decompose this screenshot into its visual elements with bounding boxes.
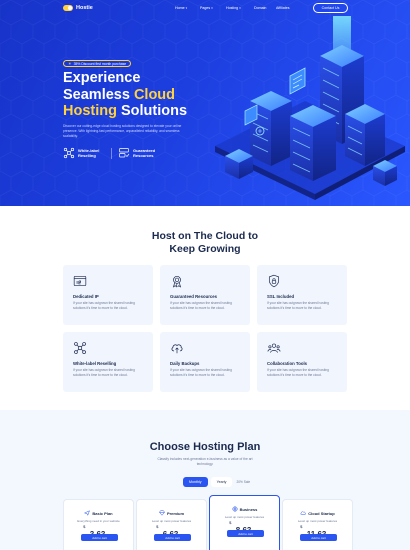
add-to-cart-button[interactable]: Add to cart <box>227 530 264 537</box>
feature-card: White-label Reselling If your site has o… <box>63 332 153 392</box>
hero-description: Discover our cutting-edge cloud hosting … <box>63 124 182 138</box>
nav-item-label: Hosting <box>226 6 239 10</box>
nav-item-label: Affiliates <box>276 6 290 10</box>
nav-item-hosting[interactable]: Hosting ▾ <box>226 6 241 10</box>
billing-toggle: Monthly Yearly 20% Sale <box>183 477 251 487</box>
nav-item-domain[interactable]: Domain <box>254 6 266 10</box>
hero-feature-resources: Guaranteed Resources <box>118 147 161 159</box>
team-icon <box>267 343 281 353</box>
shield-lock-icon <box>268 274 280 288</box>
nav-item-label: Pages <box>200 6 211 10</box>
feature-card-description: If your site has outgrown the shared hos… <box>267 368 329 377</box>
hero-section: Hostie Home ▾ Pages ▾ Hosting ▾ Domain Affi… <box>0 0 410 206</box>
nav-item-label: Domain <box>254 6 267 10</box>
promo-badge: ☀ 35% Discount first month purchase <box>63 60 132 67</box>
chevron-down-icon: ▾ <box>211 6 213 10</box>
cloud-servers-illustration <box>215 16 405 200</box>
globe-icon <box>232 506 238 512</box>
feature-card: Collaboration Tools If your site has out… <box>257 332 347 392</box>
hero-feature-label: Guaranteed Resources <box>133 148 156 158</box>
add-to-cart-button[interactable]: Add to cart <box>300 534 337 541</box>
feature-card-description: If your site has outgrown the shared hos… <box>73 301 135 310</box>
promo-text: 35% Discount first month purchase <box>73 61 127 66</box>
plan-card-business: Business Level up most power features $ … <box>209 495 280 550</box>
feature-card: SSL Included If your site has outgrown t… <box>257 265 347 325</box>
medal-icon <box>172 275 182 288</box>
feature-card-title: Daily Backups <box>170 361 200 366</box>
feature-card: Dedicated IP If your site has outgrown t… <box>63 265 153 325</box>
feature-card: Daily Backups If your site has outgrown … <box>160 332 250 392</box>
plan-description: Level up most power features <box>297 519 338 523</box>
add-to-cart-button[interactable]: Add to cart <box>81 534 118 541</box>
hero-feature-reselling: White-label Reselling <box>63 147 106 159</box>
feature-card-title: SSL Included <box>267 294 295 299</box>
nav-item-home[interactable]: Home ▾ <box>175 6 187 10</box>
logo-icon <box>63 5 73 11</box>
server-check-icon <box>119 148 130 158</box>
plan-name: Business <box>239 506 258 512</box>
nav-item-pages[interactable]: Pages ▾ <box>200 6 213 10</box>
feature-card-title: White-label Reselling <box>73 361 117 366</box>
plan-description: Everything need in your website <box>77 519 120 523</box>
add-to-cart-button[interactable]: Add to cart <box>154 534 191 541</box>
cloud-icon <box>300 511 306 515</box>
save-badge: 20% Sale <box>236 480 251 484</box>
plan-name: Basic Plan <box>92 510 113 516</box>
site-logo[interactable]: Hostie <box>63 5 93 11</box>
cloud-upload-icon <box>171 344 183 354</box>
pricing-section: Choose Hosting Plan Classify includes ne… <box>0 410 410 550</box>
section-title: Choose Hosting Plan <box>149 441 261 453</box>
contact-us-button[interactable]: Contact Us <box>313 3 348 13</box>
yearly-toggle-button[interactable]: Yearly <box>210 477 233 487</box>
network-nodes-icon <box>74 342 86 354</box>
chevron-down-icon: ▾ <box>239 6 241 10</box>
divider <box>111 148 112 159</box>
monthly-toggle-button[interactable]: Monthly <box>183 477 208 487</box>
section-title: Host on The Cloud to Keep Growing <box>151 230 259 255</box>
plan-description: Level up most power features <box>151 519 192 523</box>
plan-name: Premium <box>166 510 185 516</box>
features-section: Host on The Cloud to Keep Growing Dedica… <box>0 206 410 410</box>
section-subtitle: Classify includes next-generation e-busi… <box>157 457 253 466</box>
star-icon: ☀ <box>68 61 72 66</box>
feature-card-title: Collaboration Tools <box>267 361 308 366</box>
logo-text: Hostie <box>76 5 93 11</box>
feature-card-description: If your site has outgrown the shared hos… <box>170 368 232 377</box>
hero-title: Experience Seamless Cloud Hosting Soluti… <box>63 70 188 119</box>
feature-card-title: Guaranteed Resources <box>170 294 218 299</box>
feature-card-description: If your site has outgrown the shared hos… <box>170 301 232 310</box>
feature-card-description: If your site has outgrown the shared hos… <box>73 368 135 377</box>
browser-ip-icon <box>73 275 87 287</box>
chevron-down-icon: ▾ <box>185 6 188 10</box>
plane-icon <box>84 510 91 516</box>
nav-item-label: Home <box>175 6 185 10</box>
feature-card-title: Dedicated IP <box>73 294 99 299</box>
plan-card-cloud-startup: Cloud Startup Level up most power featur… <box>282 499 353 550</box>
diamond-icon <box>159 510 165 516</box>
feature-card-description: If your site has outgrown the shared hos… <box>267 301 329 310</box>
hero-feature-label: White-label Reselling <box>78 148 100 158</box>
plan-name: Cloud Startup <box>308 510 335 516</box>
nav-item-affiliates[interactable]: Affiliates <box>276 6 290 10</box>
plan-description: Level up most power features <box>224 515 265 519</box>
plan-card-premium: Premium Level up most power features $ 6… <box>136 499 207 550</box>
plan-card-basic: Basic Plan Everything need in your websi… <box>63 499 134 550</box>
network-nodes-icon <box>63 147 75 159</box>
feature-card: Guaranteed Resources If your site has ou… <box>160 265 250 325</box>
